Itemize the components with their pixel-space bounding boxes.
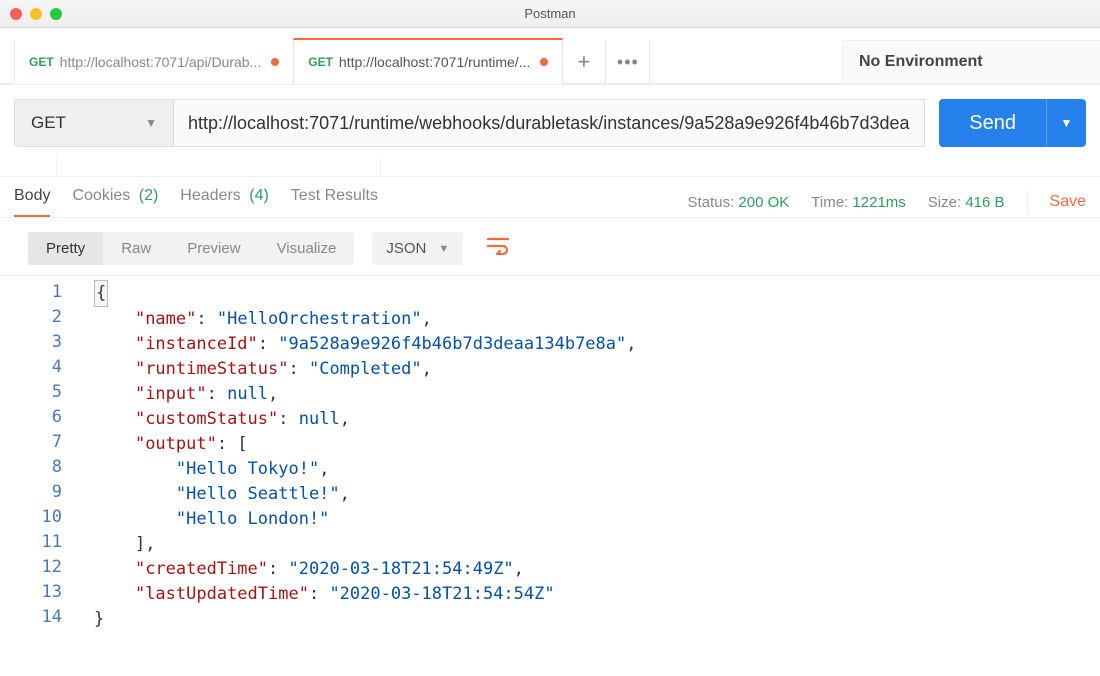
- view-visualize[interactable]: Visualize: [259, 232, 355, 265]
- url-input[interactable]: [174, 99, 925, 147]
- tab-method: GET: [29, 55, 54, 69]
- window-title: Postman: [0, 6, 1100, 21]
- environment-selector[interactable]: No Environment: [842, 40, 1100, 84]
- language-value: JSON: [386, 240, 426, 257]
- size-display: Size: 416 B: [928, 194, 1005, 211]
- view-pretty[interactable]: Pretty: [28, 232, 103, 265]
- size-label: Size:: [928, 194, 961, 211]
- response-tab-body[interactable]: Body: [14, 187, 50, 217]
- request-tabs: GET http://localhost:7071/api/Durab... G…: [0, 28, 1100, 84]
- time-label: Time:: [811, 194, 848, 211]
- body-format-toolbar: Pretty Raw Preview Visualize JSON ▼: [0, 217, 1100, 275]
- view-preview[interactable]: Preview: [169, 232, 258, 265]
- method-select[interactable]: GET ▼: [14, 99, 174, 147]
- response-header: Body Cookies (2) Headers (4) Test Result…: [0, 177, 1100, 217]
- chevron-down-icon: ▼: [145, 116, 157, 130]
- request-bar: GET ▼ Send ▼: [0, 84, 1100, 147]
- line-gutter: 1234567891011121314: [0, 276, 80, 632]
- code-content: { "name": "HelloOrchestration", "instanc…: [80, 276, 1100, 632]
- request-tab-1[interactable]: GET http://localhost:7071/runtime/...: [293, 38, 563, 84]
- tab-label: http://localhost:7071/api/Durab...: [60, 54, 262, 70]
- unsaved-dot-icon: [271, 58, 279, 66]
- separator: [0, 157, 1100, 177]
- new-tab-button[interactable]: +: [562, 40, 606, 84]
- wrap-lines-icon[interactable]: [481, 233, 515, 265]
- send-options-button[interactable]: ▼: [1046, 99, 1086, 147]
- time-display: Time: 1221ms: [811, 194, 906, 211]
- tab-label: Cookies: [72, 187, 130, 204]
- tab-label: http://localhost:7071/runtime/...: [339, 54, 530, 70]
- unsaved-dot-icon: [540, 58, 548, 66]
- environment-label: No Environment: [859, 53, 983, 71]
- tab-count: (2): [139, 187, 159, 204]
- status-display: Status: 200 OK: [688, 194, 790, 211]
- response-tab-headers[interactable]: Headers (4): [180, 187, 269, 217]
- status-label: Status:: [688, 194, 735, 211]
- titlebar: Postman: [0, 0, 1100, 28]
- tab-options-button[interactable]: •••: [606, 40, 650, 84]
- view-mode-segment: Pretty Raw Preview Visualize: [28, 232, 354, 265]
- view-raw[interactable]: Raw: [103, 232, 169, 265]
- tab-label: Headers: [180, 187, 240, 204]
- language-select[interactable]: JSON ▼: [372, 232, 463, 265]
- status-value: 200 OK: [738, 194, 789, 211]
- method-value: GET: [31, 113, 66, 133]
- chevron-down-icon: ▼: [438, 243, 449, 255]
- response-body[interactable]: 1234567891011121314 { "name": "HelloOrch…: [0, 275, 1100, 632]
- save-response-button[interactable]: Save: [1050, 193, 1086, 211]
- response-tab-cookies[interactable]: Cookies (2): [72, 187, 158, 217]
- response-tab-testresults[interactable]: Test Results: [291, 187, 378, 217]
- tab-method: GET: [308, 55, 333, 69]
- tab-count: (4): [249, 187, 269, 204]
- time-value: 1221ms: [852, 194, 905, 211]
- size-value: 416 B: [965, 194, 1004, 211]
- send-button[interactable]: Send: [939, 99, 1046, 147]
- request-tab-0[interactable]: GET http://localhost:7071/api/Durab...: [14, 40, 294, 84]
